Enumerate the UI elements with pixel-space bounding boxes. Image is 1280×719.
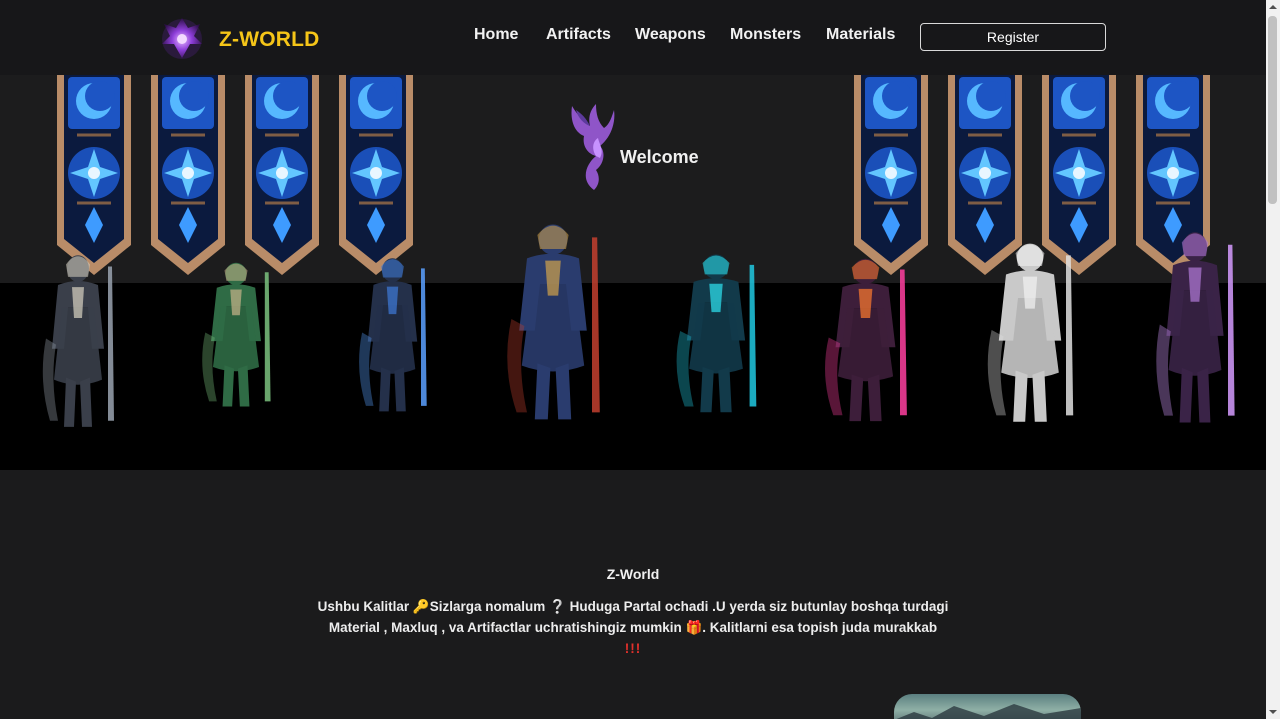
moon-banner-icon — [245, 75, 319, 275]
question-icon: ❔ — [549, 599, 566, 614]
nav-home[interactable]: Home — [474, 26, 518, 44]
phoenix-icon — [571, 104, 615, 190]
section-title: Z-World — [606, 566, 660, 582]
character-figure — [359, 258, 427, 412]
moon-banner-icon — [854, 75, 928, 275]
purple-dragon-emblem-icon[interactable] — [160, 12, 204, 60]
nav-monsters[interactable]: Monsters — [730, 26, 801, 44]
preview-image[interactable] — [894, 694, 1081, 719]
navbar: Z-WORLD Home Artifacts Weapons Monsters … — [0, 0, 1266, 75]
nav-artifacts[interactable]: Artifacts — [546, 26, 611, 44]
page: Welcome Z-WORLD Home Artifacts Weapons M… — [0, 0, 1266, 719]
character-figure — [825, 258, 907, 422]
character-figure — [42, 255, 114, 427]
character-figure — [676, 254, 757, 413]
brand-name[interactable]: Z-WORLD — [219, 28, 320, 52]
key-icon: 🔑 — [412, 599, 430, 614]
scroll-up-icon[interactable] — [1266, 0, 1280, 14]
moon-banner-icon — [151, 75, 225, 275]
character-figure — [1156, 232, 1235, 423]
register-button[interactable]: Register — [920, 23, 1106, 51]
scroll-down-icon[interactable] — [1266, 705, 1280, 719]
desc-text-1: Ushbu Kalitlar — [317, 599, 410, 614]
desc-text-2: Sizlarga nomalum — [429, 599, 546, 614]
moon-banner-icon — [57, 75, 131, 275]
welcome-heading: Welcome — [620, 147, 699, 167]
character-figure — [202, 262, 271, 407]
section-description: Ushbu Kalitlar 🔑Sizlarga nomalum ❔ Hudug… — [300, 596, 966, 659]
desc-text-4: . Kalitlarni esa topish juda murakkab — [702, 620, 938, 635]
exclamation-marks: !!! — [624, 641, 642, 656]
character-figure — [987, 243, 1074, 422]
scrollbar-thumb[interactable] — [1268, 16, 1277, 204]
nav-weapons[interactable]: Weapons — [635, 26, 706, 44]
character-figure — [507, 224, 600, 420]
gift-icon: 🎁 — [685, 620, 703, 635]
nav-materials[interactable]: Materials — [826, 26, 895, 44]
moon-banner-icon — [339, 75, 413, 275]
